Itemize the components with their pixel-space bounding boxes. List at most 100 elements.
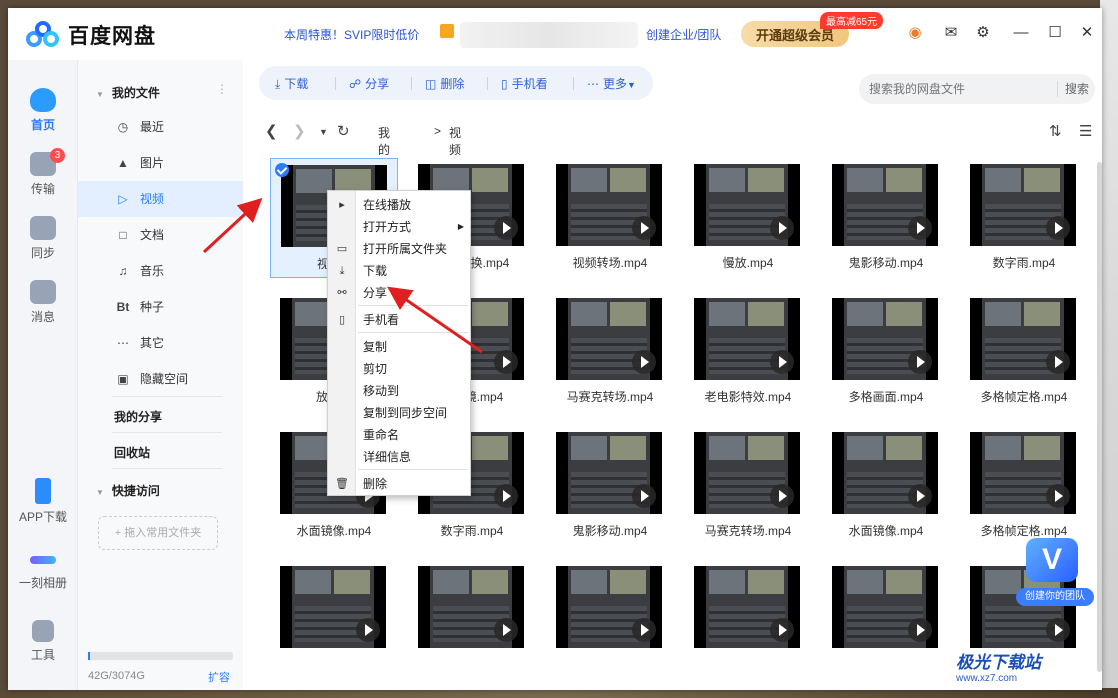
maximize-icon[interactable]: ☐ bbox=[1046, 24, 1064, 42]
play-icon[interactable] bbox=[632, 216, 656, 240]
close-icon[interactable]: ✕ bbox=[1078, 24, 1096, 42]
context-menu-item[interactable]: 复制 bbox=[328, 336, 470, 358]
back-icon[interactable]: ❮ bbox=[265, 122, 278, 142]
context-menu-item[interactable]: ▯ 手机看 bbox=[328, 309, 470, 331]
file-tile[interactable]: 多格帧定格.mp4 bbox=[960, 292, 1088, 412]
play-icon[interactable] bbox=[632, 484, 656, 508]
minimize-icon[interactable]: — bbox=[1012, 24, 1030, 42]
play-icon[interactable] bbox=[1046, 618, 1070, 642]
play-icon[interactable] bbox=[770, 350, 794, 374]
context-menu-item[interactable]: 打开方式 ▶ bbox=[328, 216, 470, 238]
context-menu-item[interactable]: ⚯ 分享 bbox=[328, 282, 470, 304]
file-tile[interactable] bbox=[408, 560, 536, 680]
play-icon[interactable] bbox=[908, 618, 932, 642]
context-menu-item[interactable]: ▸ 在线播放 bbox=[328, 194, 470, 216]
context-menu-item[interactable]: 复制到同步空间 bbox=[328, 402, 470, 424]
sidebar-item-torrents[interactable]: Bt 种子 bbox=[78, 289, 243, 325]
context-menu-item[interactable]: 🗑 删除 bbox=[328, 473, 470, 495]
sidebar-item-music[interactable]: ♫ 音乐 bbox=[78, 253, 243, 289]
play-icon[interactable] bbox=[908, 216, 932, 240]
rail-home[interactable]: 首页 bbox=[8, 88, 78, 133]
file-tile[interactable]: 鬼影移动.mp4 bbox=[546, 426, 674, 546]
play-icon[interactable] bbox=[632, 350, 656, 374]
search-button[interactable]: 搜索 bbox=[1065, 80, 1089, 97]
play-icon[interactable] bbox=[1046, 216, 1070, 240]
context-menu-item[interactable]: 剪切 bbox=[328, 358, 470, 380]
play-icon[interactable] bbox=[770, 618, 794, 642]
my-share-link[interactable]: 我的分享 bbox=[114, 408, 162, 425]
sidebar-item-other[interactable]: ⋯ 其它 bbox=[78, 325, 243, 361]
context-menu-item[interactable]: 移动到 bbox=[328, 380, 470, 402]
play-icon[interactable] bbox=[356, 618, 380, 642]
play-icon[interactable] bbox=[770, 216, 794, 240]
forward-icon[interactable]: ❯ bbox=[293, 122, 306, 142]
delete-button[interactable]: ◫ 删除 bbox=[425, 75, 464, 92]
file-tile[interactable] bbox=[546, 560, 674, 680]
file-tile[interactable]: 数字雨.mp4 bbox=[960, 158, 1088, 278]
play-icon[interactable] bbox=[632, 618, 656, 642]
rail-tools[interactable]: 工具 bbox=[8, 620, 78, 663]
scrollbar-thumb[interactable] bbox=[1097, 162, 1102, 672]
context-menu-item[interactable]: 详细信息 bbox=[328, 446, 470, 468]
rail-sync[interactable]: 同步 bbox=[8, 216, 78, 261]
selected-check-icon[interactable] bbox=[275, 163, 289, 177]
promo-link[interactable]: 本周特惠！SVIP限时低价 bbox=[284, 26, 419, 43]
file-tile[interactable] bbox=[270, 560, 398, 680]
history-dropdown-icon[interactable]: ▼ bbox=[319, 122, 328, 142]
play-icon[interactable] bbox=[494, 618, 518, 642]
quick-access-header[interactable]: ▼ 快捷访问 bbox=[96, 482, 160, 499]
play-icon[interactable] bbox=[1046, 350, 1070, 374]
context-menu-item[interactable]: ⤓ 下载 bbox=[328, 260, 470, 282]
file-tile[interactable]: 鬼影移动.mp4 bbox=[822, 158, 950, 278]
expand-storage-link[interactable]: 扩容 bbox=[208, 669, 230, 685]
mail-icon[interactable]: ✉ bbox=[942, 24, 960, 42]
file-tile[interactable]: 多格帧定格.mp4 bbox=[960, 426, 1088, 546]
sidebar-item-recent[interactable]: ◷ 最近 bbox=[78, 109, 243, 145]
rail-message[interactable]: 消息 bbox=[8, 280, 78, 325]
play-icon[interactable] bbox=[908, 484, 932, 508]
blurred-user-area[interactable] bbox=[460, 22, 638, 48]
refresh-icon[interactable]: ↻ bbox=[337, 122, 350, 142]
file-tile[interactable]: 马赛克转场.mp4 bbox=[684, 426, 812, 546]
sidebar-item-video[interactable]: ▷ 视频 bbox=[78, 181, 243, 217]
file-tile[interactable] bbox=[822, 560, 950, 680]
file-tile[interactable]: 多格画面.mp4 bbox=[822, 292, 950, 412]
list-view-icon[interactable]: ☰ bbox=[1079, 122, 1092, 140]
rail-app-download[interactable]: APP下载 bbox=[8, 478, 78, 525]
play-icon[interactable] bbox=[494, 216, 518, 240]
create-team-widget[interactable]: V 创建你的团队 bbox=[1016, 538, 1094, 610]
settings-icon[interactable]: ⚙ bbox=[974, 24, 992, 42]
file-tile[interactable]: 老电影特效.mp4 bbox=[684, 292, 812, 412]
play-icon[interactable] bbox=[494, 484, 518, 508]
sidebar-item-hidden-space[interactable]: ▣ 隐藏空间 bbox=[78, 361, 243, 397]
play-icon[interactable] bbox=[1046, 484, 1070, 508]
file-tile[interactable]: 马赛克转场.mp4 bbox=[546, 292, 674, 412]
game-icon[interactable]: ◉ bbox=[906, 24, 924, 42]
file-tile[interactable]: 慢放.mp4 bbox=[684, 158, 812, 278]
more-button[interactable]: ⋯ 更多▼ bbox=[587, 75, 636, 92]
play-icon[interactable] bbox=[770, 484, 794, 508]
sort-icon[interactable]: ⇅ bbox=[1049, 122, 1062, 140]
context-menu-item[interactable]: ▭ 打开所属文件夹 bbox=[328, 238, 470, 260]
drop-folder-zone[interactable]: + 拖入常用文件夹 bbox=[98, 516, 218, 550]
create-enterprise-link[interactable]: 创建企业/团队 bbox=[646, 26, 721, 43]
more-dots-icon[interactable]: ⋮ bbox=[216, 82, 228, 96]
share-button[interactable]: ☍ 分享 bbox=[349, 75, 389, 92]
sidebar-item-documents[interactable]: □ 文档 bbox=[78, 217, 243, 253]
rail-transfer[interactable]: 3 传输 bbox=[8, 148, 78, 197]
context-menu-item[interactable]: 重命名 bbox=[328, 424, 470, 446]
gift-icon[interactable] bbox=[440, 24, 454, 38]
file-tile[interactable]: 水面镜像.mp4 bbox=[822, 426, 950, 546]
play-icon[interactable] bbox=[494, 350, 518, 374]
file-tile[interactable]: 视频转场.mp4 bbox=[546, 158, 674, 278]
scrollbar[interactable] bbox=[1097, 152, 1102, 688]
rail-album[interactable]: 一刻相册 bbox=[8, 546, 78, 591]
sidebar-item-images[interactable]: ▲ 图片 bbox=[78, 145, 243, 181]
recycle-bin-link[interactable]: 回收站 bbox=[114, 444, 150, 461]
download-button[interactable]: ⤓ 下载 bbox=[275, 75, 308, 92]
my-files-header[interactable]: ▼ 我的文件 bbox=[96, 84, 160, 101]
search-input[interactable] bbox=[859, 74, 1095, 104]
phone-view-button[interactable]: ▯ 手机看 bbox=[501, 75, 548, 92]
play-icon[interactable] bbox=[908, 350, 932, 374]
file-tile[interactable] bbox=[684, 560, 812, 680]
